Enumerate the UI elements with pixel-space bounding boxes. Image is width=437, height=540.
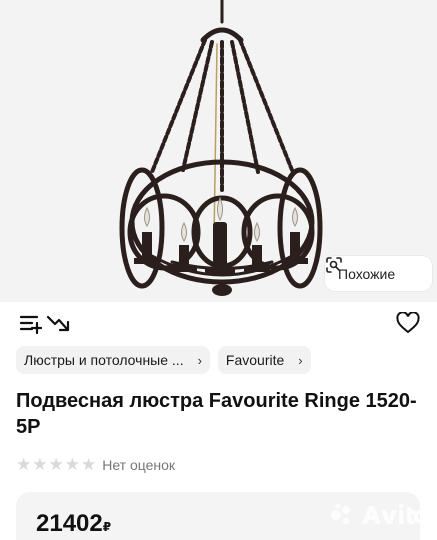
price-drop-icon[interactable]	[47, 314, 71, 334]
rating-row[interactable]: ★ ★ ★ ★ ★ Нет оценок	[16, 456, 175, 473]
list-add-icon[interactable]	[20, 314, 42, 334]
breadcrumb: Люстры и потолочные ... › Favourite ›	[16, 346, 311, 374]
currency-sign: ₽	[102, 520, 112, 534]
image-search-icon	[326, 257, 342, 273]
avito-logo-icon	[331, 503, 429, 525]
breadcrumb-chip-label: Favourite	[225, 352, 285, 368]
star-icon: ★	[48, 455, 64, 474]
breadcrumb-chip-brand[interactable]: Favourite ›	[217, 346, 311, 374]
product-photo[interactable]: Похожие	[0, 0, 437, 302]
breadcrumb-chip-category[interactable]: Люстры и потолочные ... ›	[16, 346, 210, 374]
similar-button[interactable]: Похожие	[325, 256, 432, 291]
price-value: 21402	[36, 510, 103, 537]
star-icon: ★	[64, 455, 80, 474]
heart-icon[interactable]	[396, 312, 420, 334]
similar-button-label: Похожие	[338, 265, 396, 282]
star-icon: ★	[16, 455, 32, 474]
product-title: Подвесная люстра Favourite Ringe 1520-5P	[16, 390, 417, 438]
avito-watermark	[328, 500, 429, 530]
price: 21402₽	[36, 510, 111, 538]
star-icon: ★	[32, 455, 48, 474]
chevron-right-icon: ›	[197, 352, 202, 368]
breadcrumb-chip-label: Люстры и потолочные ...	[24, 352, 184, 368]
chevron-right-icon: ›	[298, 352, 303, 368]
rating-text: Нет оценок	[102, 456, 176, 473]
action-row	[0, 302, 437, 346]
star-icon: ★	[81, 455, 97, 474]
rating-stars: ★ ★ ★ ★ ★	[16, 456, 96, 473]
